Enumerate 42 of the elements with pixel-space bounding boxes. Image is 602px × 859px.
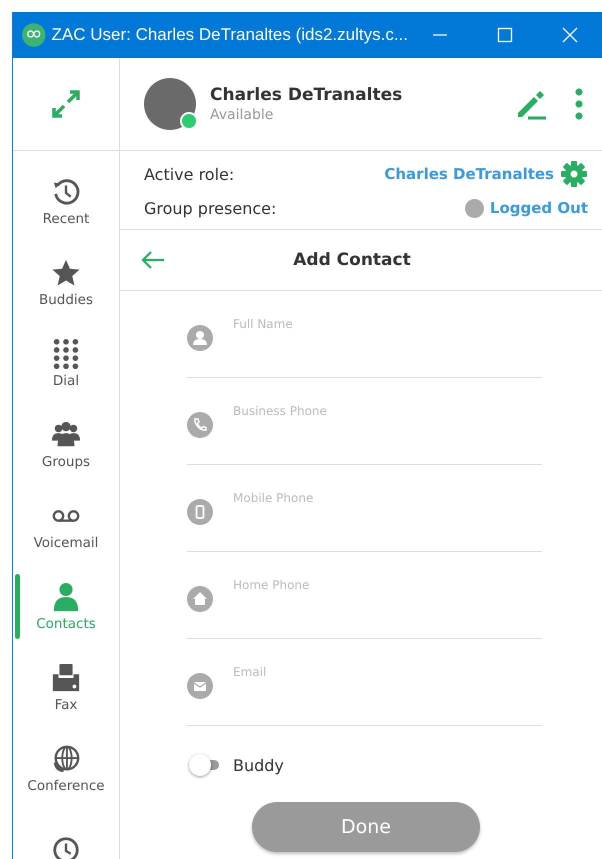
input-field[interactable]: Business Phone bbox=[233, 401, 542, 421]
mobile-phone-icon bbox=[187, 499, 213, 525]
user-status: Available bbox=[210, 107, 274, 123]
minimize-icon bbox=[432, 34, 448, 36]
input-field[interactable]: Email bbox=[233, 662, 542, 682]
window-title: ZAC User: Charles DeTranaltes (ids2.zultys.c... bbox=[52, 25, 408, 45]
sidebar-item[interactable]: Voicemail bbox=[13, 485, 119, 566]
presence-dot bbox=[464, 198, 484, 218]
globe-icon bbox=[51, 744, 81, 774]
phone-icon bbox=[187, 412, 213, 438]
input-field[interactable]: Full Name bbox=[233, 314, 542, 334]
sidebar-item[interactable]: Conference bbox=[13, 728, 119, 809]
sidebar-item[interactable]: Groups bbox=[13, 404, 119, 485]
house-icon bbox=[187, 586, 213, 612]
buddy-label: Buddy bbox=[233, 756, 284, 774]
input-field[interactable]: Home Phone bbox=[233, 575, 542, 595]
envelope-icon bbox=[187, 673, 213, 699]
settings-icon[interactable] bbox=[560, 160, 588, 188]
group-presence-label: Group presence: bbox=[144, 198, 276, 218]
dialpad-icon bbox=[51, 338, 81, 368]
avatar-photo-placeholder bbox=[144, 78, 196, 130]
person-icon bbox=[51, 582, 81, 612]
people-group-icon bbox=[51, 420, 81, 450]
expand-button[interactable] bbox=[51, 89, 81, 119]
fax-icon bbox=[51, 662, 81, 692]
active-role-label: Active role: bbox=[144, 164, 234, 184]
history-icon bbox=[51, 176, 81, 206]
buddy-toggle[interactable] bbox=[191, 754, 219, 776]
app-logo-icon bbox=[22, 23, 46, 47]
maximize-icon bbox=[496, 27, 513, 43]
input-field[interactable]: Mobile Phone bbox=[233, 488, 542, 508]
more-menu-button[interactable] bbox=[574, 87, 584, 121]
page-title: Add Contact bbox=[292, 250, 412, 270]
star-icon bbox=[51, 258, 81, 288]
sidebar-item[interactable]: Buddies bbox=[13, 242, 119, 323]
sidebar-item[interactable]: Fax bbox=[13, 647, 119, 728]
person-icon bbox=[187, 325, 213, 351]
user-name: Charles DeTranaltes bbox=[210, 85, 404, 105]
clock-icon bbox=[51, 834, 81, 859]
sidebar-item[interactable]: Dial bbox=[13, 323, 119, 404]
sidebar-item[interactable]: Recent bbox=[13, 161, 119, 242]
close-icon bbox=[562, 27, 578, 43]
